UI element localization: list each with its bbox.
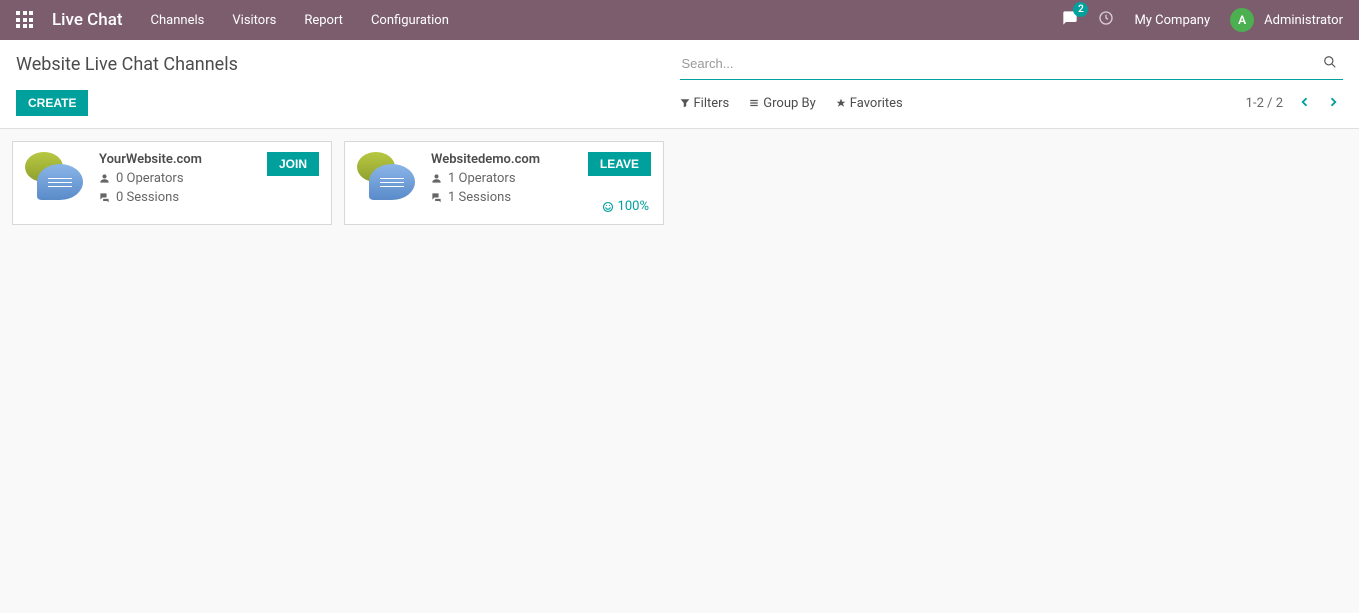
pager-prev-button[interactable] xyxy=(1295,94,1315,113)
operators-text: 0 Operators xyxy=(116,171,184,186)
operators-text: 1 Operators xyxy=(448,171,516,186)
chevron-left-icon xyxy=(1299,96,1311,108)
sessions-row: 0 Sessions xyxy=(99,190,319,205)
groupby-dropdown[interactable]: Group By xyxy=(749,96,816,111)
comments-icon xyxy=(99,192,110,203)
sessions-text: 0 Sessions xyxy=(116,190,179,205)
pager-next-button[interactable] xyxy=(1323,94,1343,113)
comments-icon xyxy=(431,192,442,203)
search-container xyxy=(680,48,1344,80)
control-panel: Website Live Chat Channels CREATE Filter… xyxy=(0,40,1359,129)
username-label: Administrator xyxy=(1264,13,1343,28)
search-button[interactable] xyxy=(1319,55,1341,72)
user-icon xyxy=(99,173,110,184)
nav-report[interactable]: Report xyxy=(304,13,343,28)
leave-button[interactable]: LEAVE xyxy=(588,152,651,176)
smile-icon xyxy=(602,201,614,213)
channel-chat-icon xyxy=(25,152,87,214)
sessions-text: 1 Sessions xyxy=(448,190,511,205)
company-selector[interactable]: My Company xyxy=(1134,13,1210,28)
apps-icon[interactable] xyxy=(16,11,34,29)
kanban-view: YourWebsite.com 0 Operators 0 Sessions J… xyxy=(0,129,1359,237)
nav-configuration[interactable]: Configuration xyxy=(371,13,449,28)
join-button[interactable]: JOIN xyxy=(267,152,319,176)
pager: 1-2 / 2 xyxy=(1246,94,1343,113)
navbar-right: 2 My Company A Administrator xyxy=(1062,8,1343,32)
rating-badge: 100% xyxy=(602,199,649,214)
messages-icon[interactable]: 2 xyxy=(1062,10,1078,30)
nav-visitors[interactable]: Visitors xyxy=(232,13,276,28)
favorites-label: Favorites xyxy=(850,96,903,111)
star-icon xyxy=(836,98,846,108)
groupby-label: Group By xyxy=(763,96,816,111)
channel-card[interactable]: YourWebsite.com 0 Operators 0 Sessions J… xyxy=(12,141,332,225)
filters-label: Filters xyxy=(694,96,730,111)
breadcrumb: Website Live Chat Channels xyxy=(16,54,660,75)
filters-dropdown[interactable]: Filters xyxy=(680,96,730,111)
rating-text: 100% xyxy=(618,199,649,214)
message-count-badge: 2 xyxy=(1073,2,1088,17)
top-navbar: Live Chat Channels Visitors Report Confi… xyxy=(0,0,1359,40)
app-title[interactable]: Live Chat xyxy=(52,10,123,30)
activities-icon[interactable] xyxy=(1098,10,1114,30)
filter-icon xyxy=(680,98,690,108)
nav-channels[interactable]: Channels xyxy=(151,13,205,28)
chevron-right-icon xyxy=(1327,96,1339,108)
create-button[interactable]: CREATE xyxy=(16,90,88,116)
search-input[interactable] xyxy=(682,52,1320,75)
pager-text[interactable]: 1-2 / 2 xyxy=(1246,96,1283,111)
favorites-dropdown[interactable]: Favorites xyxy=(836,96,903,111)
avatar: A xyxy=(1230,8,1254,32)
list-icon xyxy=(749,98,759,108)
user-icon xyxy=(431,173,442,184)
channel-chat-icon xyxy=(357,152,419,214)
user-menu[interactable]: A Administrator xyxy=(1230,8,1343,32)
navbar-left: Live Chat Channels Visitors Report Confi… xyxy=(16,10,449,30)
nav-menu: Channels Visitors Report Configuration xyxy=(151,13,449,28)
channel-card[interactable]: Websitedemo.com 1 Operators 1 Sessions L… xyxy=(344,141,664,225)
